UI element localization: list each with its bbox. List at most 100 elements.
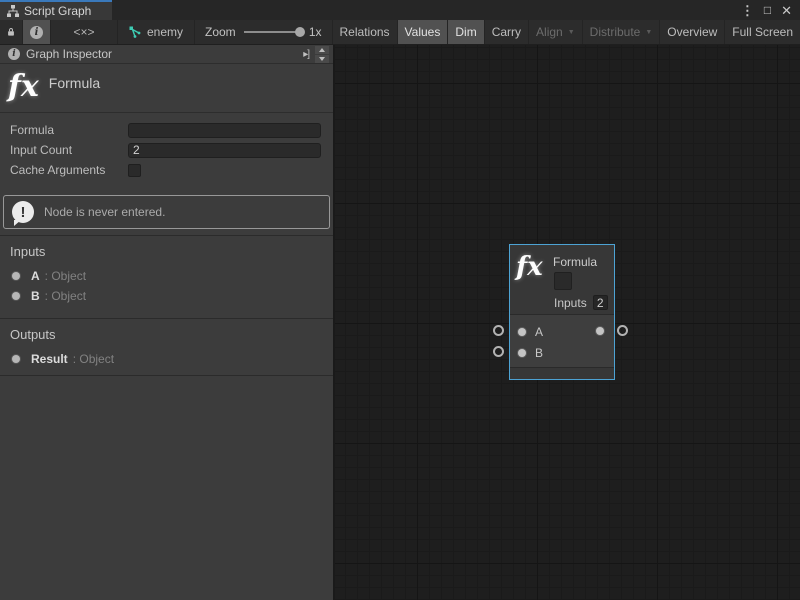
inputs-section: Inputs A : Object B : Object [0, 235, 333, 312]
dim-toggle[interactable]: Dim [448, 20, 484, 44]
formula-node-inputs-row: Inputs 2 [554, 295, 608, 310]
zoom-value: 1x [309, 25, 322, 39]
node-port-row-a: A [510, 321, 614, 342]
graph-breadcrumb[interactable]: enemy [118, 20, 195, 44]
formula-field-row: Formula [0, 120, 333, 140]
port-dot [12, 292, 20, 300]
formula-field-label: Formula [10, 123, 128, 137]
window-menu-icon[interactable]: ⋮ [741, 4, 754, 17]
spinner-down-button[interactable] [315, 55, 329, 63]
input-count-label: Input Count [10, 143, 128, 157]
carry-toggle[interactable]: Carry [485, 20, 529, 44]
cache-arguments-label: Cache Arguments [10, 163, 128, 177]
chevron-down-icon: ▼ [568, 29, 575, 36]
port-name: A [31, 269, 40, 283]
script-graph-window: Script Graph ⋮ □ ✕ i <×> [0, 0, 800, 600]
lock-icon [7, 26, 15, 38]
port-name: B [31, 289, 40, 303]
overview-label: Overview [667, 25, 717, 39]
unit-fields: Formula Input Count Cache Arguments [0, 113, 333, 184]
graph-toolbar: i <×> enemy Zoom 1x Relations Values [0, 20, 800, 45]
tab-script-graph[interactable]: Script Graph [0, 0, 112, 20]
zoom-control: Zoom 1x [195, 20, 333, 44]
overview-button[interactable]: Overview [660, 20, 725, 44]
input-count-input[interactable] [128, 143, 321, 158]
header-spinner [315, 46, 329, 63]
window-controls: ⋮ □ ✕ [741, 0, 800, 20]
node-input-port-a[interactable] [518, 328, 526, 336]
node-input-port-b[interactable] [518, 349, 526, 357]
distribute-label: Distribute [590, 25, 641, 39]
lock-button[interactable] [0, 20, 23, 44]
dock-icon[interactable]: ▸] [300, 49, 312, 60]
align-dropdown[interactable]: Align ▼ [529, 20, 583, 44]
full-screen-label: Full Screen [732, 25, 793, 39]
port-name: Result [31, 352, 68, 366]
inputs-header: Inputs [0, 236, 333, 266]
formula-node-header: fx Formula Inputs 2 [510, 245, 614, 314]
zoom-label: Zoom [205, 25, 236, 39]
fx-icon: fx [8, 71, 39, 103]
fx-icon: fx [516, 252, 543, 282]
graph-inspector-panel: i Graph Inspector ▸] fx Formula Formula … [0, 45, 335, 600]
port-type: : Object [73, 352, 114, 366]
hierarchy-icon [7, 5, 19, 17]
node-port-row-b: B [510, 342, 614, 363]
cache-arguments-field-row: Cache Arguments [0, 160, 333, 180]
values-label: Values [405, 25, 441, 39]
graph-inspector-title: Graph Inspector [26, 47, 112, 61]
chevron-down-icon: ▼ [645, 29, 652, 36]
zoom-slider[interactable] [244, 31, 301, 33]
node-inputs-label: Inputs [554, 296, 587, 310]
close-icon[interactable]: ✕ [781, 4, 792, 17]
title-bar: Script Graph ⋮ □ ✕ [0, 0, 800, 20]
formula-node-body: A B [510, 314, 614, 367]
formula-node-formula-input[interactable] [554, 272, 572, 290]
dim-label: Dim [455, 25, 476, 39]
input-port-row-a: A : Object [0, 266, 333, 286]
cache-arguments-checkbox[interactable] [128, 164, 141, 177]
edit-code-button[interactable]: <×> [51, 20, 118, 44]
port-dot [12, 355, 20, 363]
port-type: : Object [45, 269, 86, 283]
carry-label: Carry [492, 25, 521, 39]
full-screen-button[interactable]: Full Screen [725, 20, 800, 44]
relations-label: Relations [340, 25, 390, 39]
formula-node-title: Formula [553, 255, 597, 269]
output-port-row-result: Result : Object [0, 349, 333, 369]
warning-icon: ! [12, 201, 34, 223]
outputs-header: Outputs [0, 319, 333, 349]
node-output-port-result[interactable] [596, 327, 604, 335]
graph-asset-icon [129, 26, 141, 38]
warning-text: Node is never entered. [44, 205, 165, 219]
graph-inspector-header: i Graph Inspector ▸] [0, 45, 333, 64]
formula-node[interactable]: fx Formula Inputs 2 A B [509, 244, 615, 380]
inspect-toggle-button[interactable]: i [23, 20, 51, 44]
formula-input[interactable] [128, 123, 321, 138]
port-type: : Object [45, 289, 86, 303]
unit-header: fx Formula [0, 64, 333, 113]
info-icon: i [30, 26, 43, 39]
node-inputs-count-input[interactable]: 2 [593, 295, 608, 310]
graph-canvas[interactable]: fx Formula Inputs 2 A B [335, 45, 800, 600]
warning-box: ! Node is never entered. [3, 195, 330, 229]
align-label: Align [536, 25, 563, 39]
graph-name-label: enemy [147, 25, 183, 39]
socket-input-a[interactable] [493, 325, 504, 336]
values-toggle[interactable]: Values [398, 20, 449, 44]
spinner-up-button[interactable] [315, 46, 329, 54]
zoom-slider-handle[interactable] [295, 27, 305, 37]
socket-input-b[interactable] [493, 346, 504, 357]
unit-title: Formula [49, 75, 100, 91]
port-dot [12, 272, 20, 280]
maximize-icon[interactable]: □ [764, 4, 771, 16]
tab-label: Script Graph [24, 4, 91, 18]
info-icon: i [8, 48, 20, 60]
socket-output-result[interactable] [617, 325, 628, 336]
relations-toggle[interactable]: Relations [333, 20, 398, 44]
node-port-label: A [535, 325, 543, 339]
outputs-section: Outputs Result : Object [0, 318, 333, 376]
code-icon: <×> [73, 25, 94, 39]
distribute-dropdown[interactable]: Distribute ▼ [583, 20, 661, 44]
node-port-label: B [535, 346, 543, 360]
